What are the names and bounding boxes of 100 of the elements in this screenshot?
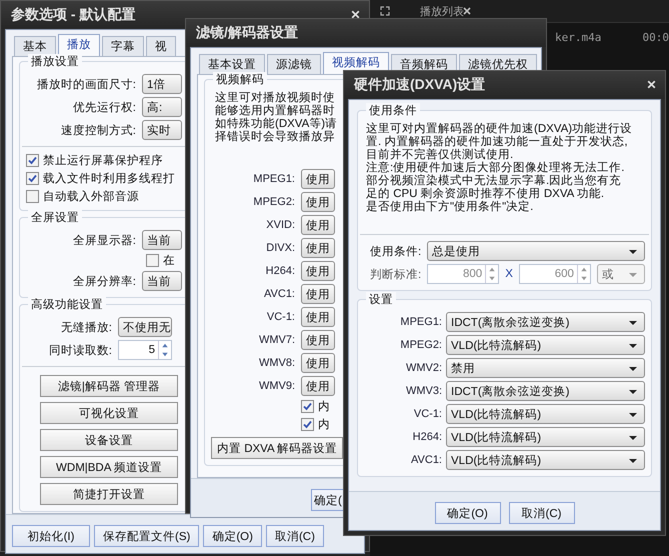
checkbox[interactable] [26, 154, 39, 167]
tab[interactable]: 播放 [58, 34, 100, 56]
group-title: 使用条件 [366, 103, 420, 118]
close-icon[interactable] [462, 6, 472, 16]
group-title: 高级功能设置 [28, 297, 106, 312]
dropdown[interactable]: VLD(比特流解码) [446, 450, 645, 470]
settings-button[interactable]: 滤镜|解码器 管理器 [40, 375, 178, 397]
dropdown[interactable]: 当前 [142, 271, 182, 291]
dropdown[interactable]: 使用 [301, 376, 335, 396]
dropdown[interactable]: IDCT(离散余弦逆变换) [446, 381, 645, 401]
group-title: 视频解码 [213, 72, 267, 87]
field-label: 同时读取数: [48, 344, 112, 358]
caret-icon [628, 272, 638, 278]
window-title: 参数选项 - 默认配置 [11, 6, 136, 24]
separator-text: X [505, 268, 513, 280]
codec-label: H264: [264, 265, 295, 277]
caret-icon [628, 458, 638, 464]
dropdown[interactable]: 使用 [301, 169, 335, 189]
tab[interactable]: 基本设置 [199, 54, 265, 74]
dropdown[interactable]: 不使用无 [118, 317, 172, 337]
dropdown[interactable]: VLD(比特流解码) [446, 404, 645, 424]
field-label: 使用条件: [369, 244, 422, 258]
field-label: 全屏分辨率: [72, 274, 136, 288]
caret-icon [628, 412, 638, 418]
checkbox[interactable] [146, 254, 159, 267]
dropdown[interactable]: 1倍 [142, 74, 182, 94]
checkbox[interactable] [26, 172, 39, 185]
field-label: 全屏显示器: [72, 234, 136, 248]
dropdown[interactable]: IDCT(离散余弦逆变换) [446, 312, 645, 332]
dialog-button[interactable]: 确定(O) [203, 525, 262, 547]
caret-icon [628, 343, 638, 349]
number-field[interactable]: 5 [118, 340, 172, 360]
playlist-title: 播放列表 [420, 5, 464, 19]
tab[interactable]: 视 [146, 36, 176, 56]
dropdown[interactable]: 使用 [301, 261, 335, 281]
tab[interactable]: 源滤镜 [267, 54, 321, 74]
checkbox[interactable] [301, 418, 314, 431]
caret-icon [628, 249, 638, 255]
dropdown[interactable]: 使用 [301, 215, 335, 235]
settings-button[interactable]: 简捷打开设置 [40, 483, 178, 505]
caret-icon [628, 389, 638, 395]
codec-label: MPEG2: [252, 196, 295, 208]
dialog-button[interactable]: 取消(C) [266, 525, 324, 547]
close-icon[interactable] [646, 79, 657, 90]
checkbox[interactable] [301, 400, 314, 413]
playlist-item[interactable]: ker.m4a [555, 31, 602, 44]
dropdown[interactable]: 当前 [142, 230, 182, 250]
field-label: 无缝播放: [60, 320, 112, 334]
dialog-button[interactable]: 取消(C) [508, 502, 574, 524]
description-text: 注意:使用硬件加速后大部分图像处理将无法工作. [366, 162, 624, 174]
settings-button[interactable]: WDM|BDA 频道设置 [40, 456, 178, 478]
codec-label: VC-1: [412, 408, 442, 420]
dropdown[interactable]: 高: [142, 97, 182, 117]
description-text: 是否使用由下方"使用条件"决定. [366, 201, 534, 214]
field-label: 优先运行权: [72, 100, 136, 114]
playlist-time: 00:0 [642, 31, 669, 44]
settings-button[interactable]: 设备设置 [40, 429, 178, 451]
dropdown[interactable]: 使用 [301, 192, 335, 212]
codec-label: MPEG1: [252, 173, 295, 185]
settings-button[interactable]: 可视化设置 [40, 402, 178, 424]
description-text: 择错误时会导致播放异 [215, 131, 335, 144]
dropdown[interactable]: VLD(比特流解码) [446, 427, 645, 447]
dropdown[interactable]: 使用 [301, 238, 335, 258]
dropdown[interactable]: 总是使用 [427, 241, 645, 261]
dialog-button[interactable]: 初始化(I) [12, 525, 90, 547]
dropdown[interactable]: 实时 [142, 120, 182, 140]
group-title: 播放设置 [28, 54, 82, 69]
codec-label: WMV2: [404, 362, 442, 374]
window-title: 硬件加速(DXVA)设置 [354, 76, 486, 94]
dialog-button[interactable]: 确定(O) [434, 502, 500, 524]
dxva-settings-button[interactable]: 内置 DXVA 解码器设置 [211, 437, 344, 459]
fullscreen-icon[interactable] [380, 6, 390, 16]
description-text: 足的 CPU 剩余资源时推荐不使用 DXVA 功能. [366, 188, 604, 200]
caret-icon [628, 366, 638, 372]
dialog-button[interactable]: 保存配置文件(S) [94, 525, 200, 547]
dropdown[interactable]: 使用 [301, 353, 335, 373]
checkbox[interactable] [26, 190, 39, 203]
codec-label: MPEG1: [399, 316, 442, 328]
checkbox-label: 自动载入外部音源 [43, 189, 139, 204]
dialog-button[interactable]: 确定( [311, 489, 345, 511]
description-text: 如特殊功能(DXVA等)请 [215, 118, 338, 130]
caret-icon [628, 320, 638, 326]
codec-label: WMV9: [258, 380, 295, 392]
window-title: 滤镜/解码器设置 [196, 24, 298, 42]
codec-label: WMV3: [404, 385, 442, 397]
close-icon[interactable] [350, 9, 361, 20]
description-text: 置. 内置解码器的硬件加速功能一直处于开发状态, [366, 136, 628, 148]
dropdown[interactable]: 禁用 [446, 358, 645, 378]
dropdown[interactable]: 使用 [301, 284, 335, 304]
tab[interactable]: 基本 [14, 36, 56, 56]
caret-icon [628, 435, 638, 441]
description-text: 部分视频渲染模式中无法显示字幕.因此当您有充 [366, 175, 622, 188]
codec-label: AVC1: [263, 288, 295, 300]
description-text: 目前并不完善仅供测试使用. [366, 149, 514, 161]
field-label: 判断标准: [369, 268, 422, 282]
dropdown[interactable]: 使用 [301, 307, 335, 327]
codec-label: DIVX: [265, 242, 295, 254]
dropdown[interactable]: 使用 [301, 330, 335, 350]
tab[interactable]: 字幕 [102, 36, 144, 56]
dropdown[interactable]: VLD(比特流解码) [446, 335, 645, 355]
